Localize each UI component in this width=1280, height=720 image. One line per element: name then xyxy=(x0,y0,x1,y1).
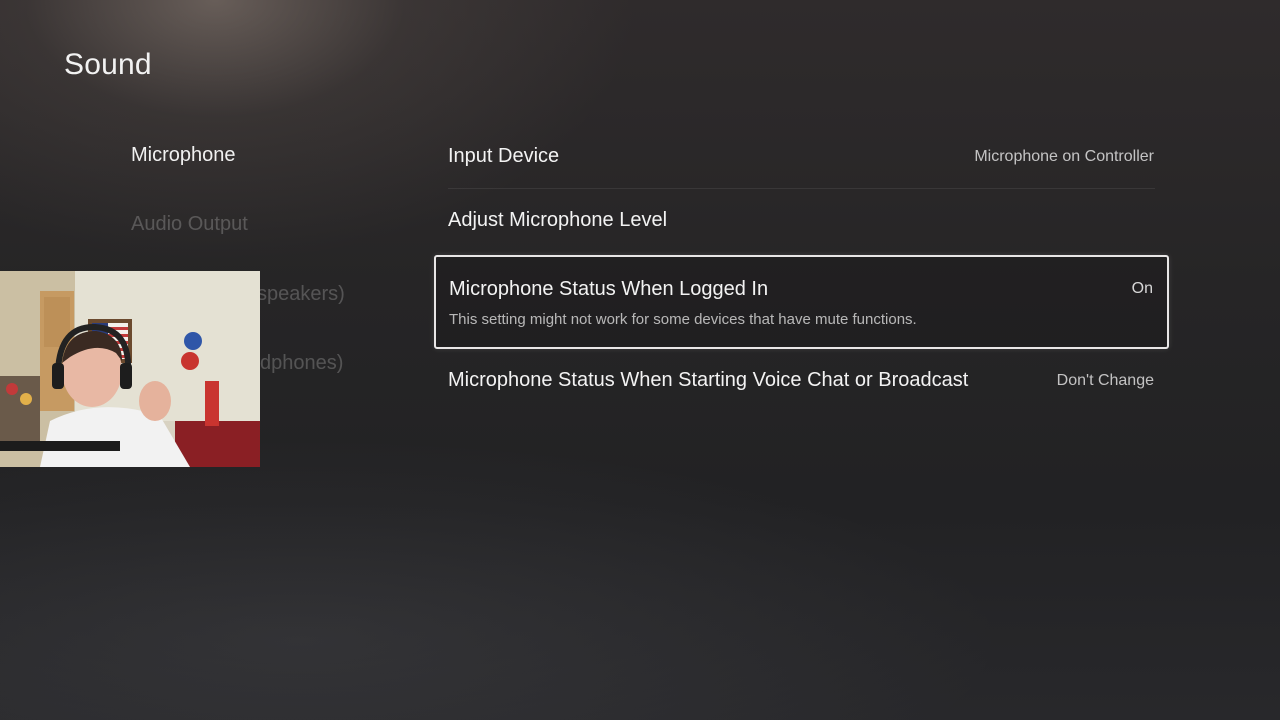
setting-input-device[interactable]: Input Device Microphone on Controller xyxy=(434,124,1169,189)
setting-value: Don't Change xyxy=(1056,372,1154,389)
webcam-feed-image xyxy=(0,271,260,467)
setting-description: This setting might not work for some dev… xyxy=(449,311,917,328)
setting-label: Adjust Microphone Level xyxy=(448,209,668,231)
setting-label: Microphone Status When Logged In xyxy=(449,278,769,300)
setting-label: Microphone Status When Starting Voice Ch… xyxy=(448,369,969,391)
setting-label: Input Device xyxy=(448,145,560,167)
sidebar-item-headphones[interactable]: dphones) xyxy=(260,352,343,375)
webcam-overlay xyxy=(0,271,260,467)
setting-value: On xyxy=(1131,280,1153,297)
settings-list: Input Device Microphone on Controller Ad… xyxy=(434,124,1169,413)
setting-microphone-status-voice-chat[interactable]: Microphone Status When Starting Voice Ch… xyxy=(434,349,1169,413)
setting-adjust-microphone-level[interactable]: Adjust Microphone Level xyxy=(434,189,1169,255)
sidebar-item-audio-output[interactable]: Audio Output xyxy=(131,213,248,236)
setting-microphone-status-logged-in[interactable]: Microphone Status When Logged In On This… xyxy=(434,255,1169,349)
setting-value: Microphone on Controller xyxy=(974,148,1154,165)
sidebar-item-speakers[interactable]: speakers) xyxy=(257,283,345,306)
sidebar-item-microphone[interactable]: Microphone xyxy=(131,144,236,167)
